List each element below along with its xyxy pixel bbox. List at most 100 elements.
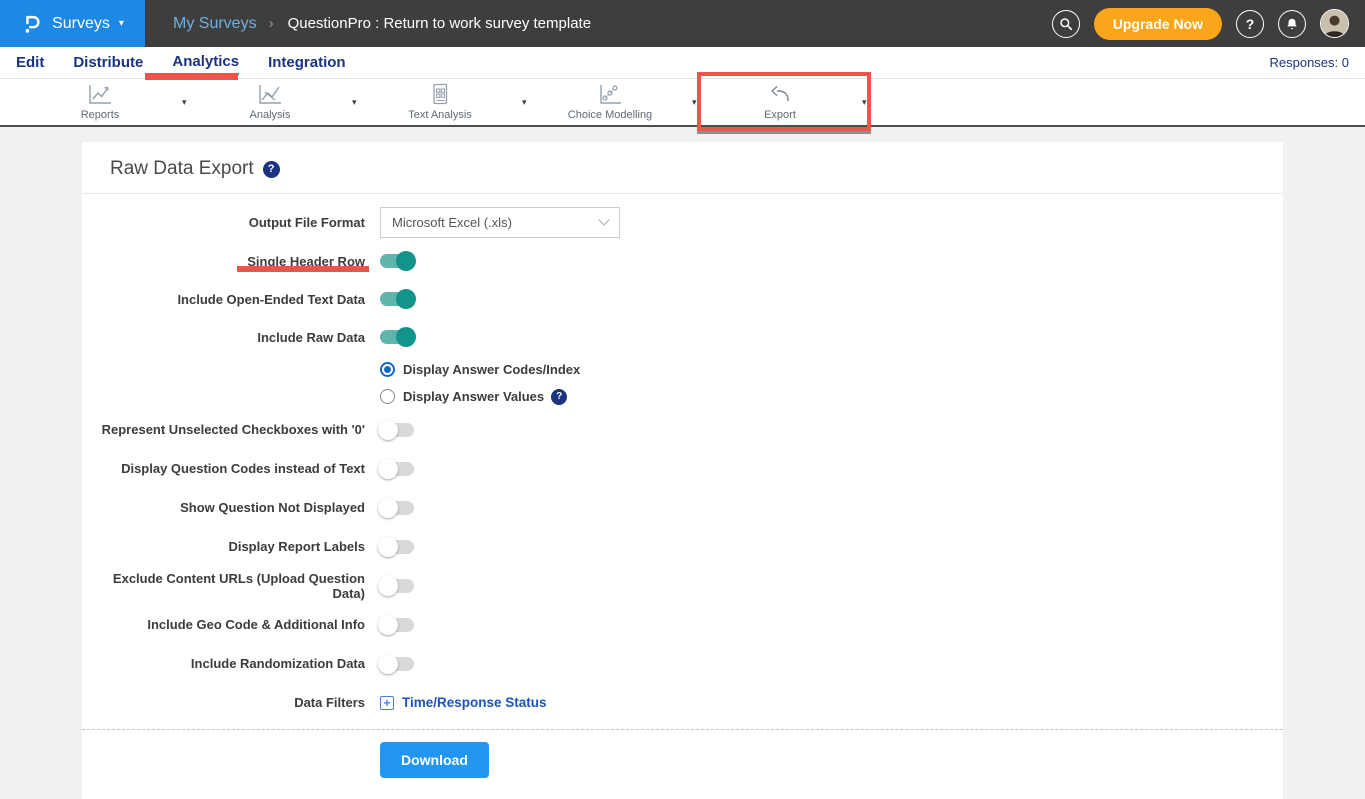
question-not-displayed-row: Show Question Not Displayed [82, 488, 1283, 527]
text-analysis-dropdown-caret[interactable]: ▾ [522, 97, 527, 108]
analysis-button[interactable]: Analysis [200, 83, 340, 121]
toggle-knob [378, 615, 398, 635]
toggle-knob [378, 459, 398, 479]
expand-plus-icon: + [380, 696, 394, 710]
export-options-form: Output File Format Microsoft Excel (.xls… [82, 194, 1283, 786]
reports-dropdown-caret[interactable]: ▾ [182, 97, 187, 108]
question-codes-toggle[interactable] [380, 462, 414, 476]
randomization-data-toggle[interactable] [380, 657, 414, 671]
analysis-dropdown-caret[interactable]: ▾ [352, 97, 357, 108]
open-ended-text-row: Include Open-Ended Text Data [82, 280, 1283, 318]
data-filters-label: Data Filters [82, 695, 365, 710]
breadcrumb-my-surveys-link[interactable]: My Surveys [173, 15, 257, 33]
user-avatar[interactable] [1320, 9, 1349, 38]
include-raw-data-toggle[interactable] [380, 330, 414, 344]
exclude-content-urls-toggle[interactable] [380, 579, 414, 593]
display-answer-codes-radio[interactable] [380, 362, 395, 377]
toggle-knob [396, 289, 416, 309]
toolbar-item-label: Export [764, 109, 796, 121]
panel-header: Raw Data Export ? [82, 142, 1283, 194]
chevron-down-icon: ▾ [119, 18, 124, 29]
randomization-data-row: Include Randomization Data [82, 644, 1283, 683]
toolbar-group-analysis: Analysis ▾ [200, 79, 357, 125]
time-response-status-label: Time/Response Status [402, 695, 547, 710]
report-labels-row: Display Report Labels [82, 527, 1283, 566]
tab-integration[interactable]: Integration [268, 51, 346, 74]
choice-modelling-button[interactable]: Choice Modelling [540, 83, 680, 121]
raw-data-export-help-icon[interactable]: ? [263, 161, 280, 178]
search-button[interactable] [1052, 10, 1080, 38]
top-bar: Surveys ▾ My Surveys › QuestionPro : Ret… [0, 0, 1365, 47]
geo-code-label: Include Geo Code & Additional Info [82, 617, 365, 632]
topbar-actions: Upgrade Now ? [1052, 8, 1365, 40]
surveys-product-menu[interactable]: Surveys ▾ [0, 0, 145, 47]
breadcrumb-separator-icon: › [269, 15, 274, 32]
answer-values-help-icon[interactable]: ? [551, 389, 567, 405]
questionpro-logo-icon [21, 13, 43, 35]
exclude-content-urls-label: Exclude Content URLs (Upload Question Da… [82, 571, 365, 601]
choice-modelling-icon [597, 83, 623, 106]
export-button[interactable]: Export [710, 83, 850, 121]
toolbar-group-reports: Reports ▾ [30, 79, 187, 125]
help-button[interactable]: ? [1236, 10, 1264, 38]
help-icon: ? [1246, 16, 1255, 32]
survey-tabs: Edit Distribute Analytics Integration Re… [0, 47, 1365, 78]
display-answer-codes-label: Display Answer Codes/Index [403, 362, 580, 377]
toggle-knob [396, 251, 416, 271]
toolbar-group-choice-modelling: Choice Modelling ▾ [540, 79, 697, 125]
display-answer-values-radio[interactable] [380, 389, 395, 404]
analytics-toolbar: Reports ▾ Analysis ▾ [0, 78, 1365, 127]
answer-codes-radio-row: Display Answer Codes/Index [82, 356, 1283, 383]
choice-modelling-dropdown-caret[interactable]: ▾ [692, 97, 697, 108]
text-analysis-icon [427, 83, 453, 106]
tab-distribute[interactable]: Distribute [73, 51, 143, 74]
single-header-row-label: Single Header Row [82, 254, 365, 269]
toggle-knob [378, 537, 398, 557]
output-format-label: Output File Format [82, 215, 365, 230]
open-ended-text-toggle[interactable] [380, 292, 414, 306]
question-not-displayed-toggle[interactable] [380, 501, 414, 515]
exclude-content-urls-row: Exclude Content URLs (Upload Question Da… [82, 566, 1283, 605]
single-header-row-toggle[interactable] [380, 254, 414, 268]
tab-analytics[interactable]: Analytics [172, 50, 239, 75]
report-labels-toggle[interactable] [380, 540, 414, 554]
responses-count: Responses: 0 [1270, 55, 1350, 70]
avatar-photo [1321, 10, 1348, 37]
single-header-row-row: Single Header Row [82, 242, 1283, 280]
geo-code-row: Include Geo Code & Additional Info [82, 605, 1283, 644]
notifications-button[interactable] [1278, 10, 1306, 38]
select-chevron-down-icon [598, 214, 609, 225]
toolbar-group-text-analysis: Text Analysis ▾ [370, 79, 527, 125]
open-ended-text-label: Include Open-Ended Text Data [82, 292, 365, 307]
page: Surveys ▾ My Surveys › QuestionPro : Ret… [0, 0, 1365, 799]
toolbar-item-label: Analysis [250, 109, 291, 121]
unselected-checkboxes-row: Represent Unselected Checkboxes with '0' [82, 410, 1283, 449]
toggle-knob [378, 498, 398, 518]
tab-edit[interactable]: Edit [16, 51, 44, 74]
geo-code-toggle[interactable] [380, 618, 414, 632]
toolbar-item-label: Text Analysis [408, 109, 472, 121]
bell-icon [1285, 17, 1299, 31]
toolbar-group-export: Export ▾ [710, 79, 867, 125]
analysis-chart-icon [257, 83, 283, 106]
reports-button[interactable]: Reports [30, 83, 170, 121]
question-codes-row: Display Question Codes instead of Text [82, 449, 1283, 488]
report-labels-label: Display Report Labels [82, 539, 365, 554]
display-answer-values-label: Display Answer Values [403, 389, 544, 404]
time-response-status-link[interactable]: + Time/Response Status [380, 695, 547, 710]
text-analysis-button[interactable]: Text Analysis [370, 83, 510, 121]
search-icon [1059, 17, 1073, 31]
breadcrumb: My Surveys › QuestionPro : Return to wor… [173, 15, 591, 33]
toolbar-item-label: Reports [81, 109, 120, 121]
export-dropdown-caret[interactable]: ▾ [862, 97, 867, 108]
data-filters-row: Data Filters + Time/Response Status [82, 683, 1283, 722]
download-button[interactable]: Download [380, 742, 489, 778]
download-row: Download [82, 730, 1283, 786]
page-title: QuestionPro : Return to work survey temp… [288, 15, 591, 32]
unselected-checkboxes-toggle[interactable] [380, 423, 414, 437]
output-format-select[interactable]: Microsoft Excel (.xls) [380, 207, 620, 238]
toggle-knob [378, 576, 398, 596]
toolbar-item-label: Choice Modelling [568, 109, 652, 121]
upgrade-now-button[interactable]: Upgrade Now [1094, 8, 1222, 40]
panel-title: Raw Data Export [110, 158, 254, 180]
